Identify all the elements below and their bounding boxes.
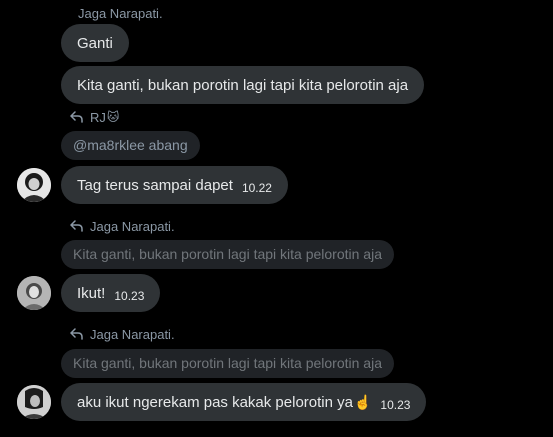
reply-name: Jaga Narapati. [78,5,163,21]
message-timestamp: 10.23 [380,397,411,412]
message-timestamp: 10.22 [241,180,272,195]
reply-name-emoji: 🐱 [106,110,120,124]
reply-context-jaga-2[interactable]: Jaga Narapati. [70,217,175,235]
message-timestamp: 10.23 [114,288,145,303]
reply-name: RJ [90,109,106,125]
avatar[interactable] [17,168,51,202]
quoted-message-preview[interactable]: Kita ganti, bukan porotin lagi tapi kita… [61,240,394,269]
quoted-text: Kita ganti, bukan porotin lagi tapi kita… [73,246,382,262]
reply-arrow-icon [70,111,83,123]
message-text: Kita ganti, bukan porotin lagi tapi kita… [77,76,409,94]
message-bubble-ganti[interactable]: Ganti [61,24,129,62]
reply-name: Jaga Narapati. [90,326,175,342]
quoted-message-mention[interactable]: @ma8rklee abang [61,131,200,160]
message-text: Tag terus sampai dapet [77,176,233,194]
message-text: Ikut! [77,284,106,302]
reply-context-top: Jaga Narapati. [78,4,163,22]
avatar[interactable] [17,385,51,419]
message-text: Ganti [77,34,113,52]
message-bubble-tag[interactable]: Tag terus sampai dapet 10.22 [61,166,288,204]
message-bubble-ikut[interactable]: Ikut! 10.23 [61,274,161,312]
quoted-message-preview[interactable]: Kita ganti, bukan porotin lagi tapi kita… [61,349,394,378]
message-bubble-aku-ikut[interactable]: aku ikut ngerekam pas kakak pelorotin ya… [61,383,427,421]
avatar[interactable] [17,276,51,310]
message-bubble-kita-ganti[interactable]: Kita ganti, bukan porotin lagi tapi kita… [61,66,425,104]
reply-context-jaga-3[interactable]: Jaga Narapati. [70,325,175,343]
reply-context-rj[interactable]: RJ 🐱 [70,108,119,126]
quoted-text: @ma8rklee abang [73,137,188,153]
message-text: aku ikut ngerekam pas kakak pelorotin ya [77,393,353,411]
reply-name: Jaga Narapati. [90,218,175,234]
quoted-text: Kita ganti, bukan porotin lagi tapi kita… [73,355,382,371]
reply-arrow-icon [70,220,83,232]
reply-arrow-icon [70,328,83,340]
message-emoji: ☝️ [353,393,372,410]
